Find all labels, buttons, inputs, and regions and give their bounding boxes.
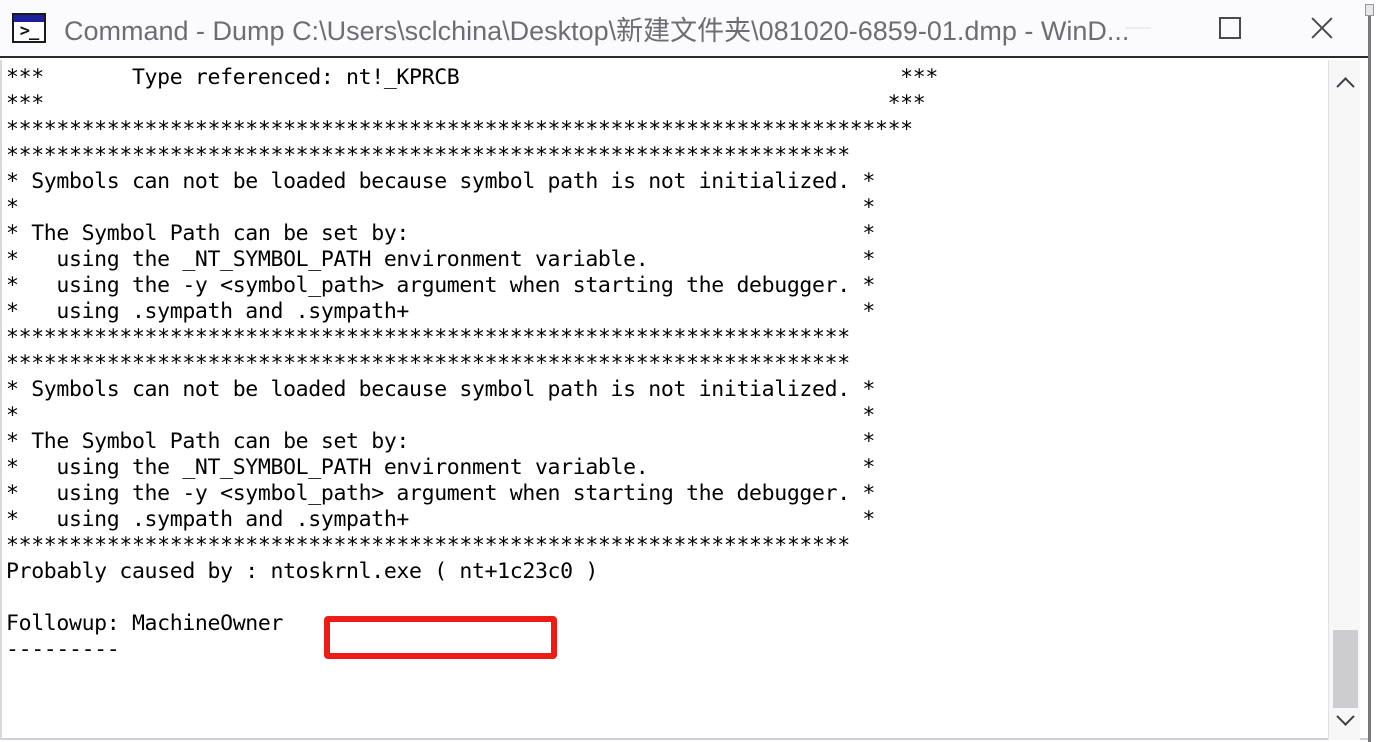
console-line: ****************************************…	[6, 533, 850, 558]
maximize-icon	[1219, 17, 1241, 39]
console-line: * using the -y <symbol_path> argument wh…	[6, 481, 875, 506]
console-line: * Symbols can not be loaded because symb…	[6, 377, 875, 402]
console-line: ****************************************…	[6, 143, 850, 168]
chevron-up-icon	[1335, 76, 1355, 96]
console-line: Followup: MachineOwner	[6, 611, 284, 636]
console-line: * The Symbol Path can be set by: *	[6, 429, 875, 454]
scroll-up-arrow-button[interactable]	[1329, 66, 1361, 100]
scroll-down-arrow-button[interactable]	[1329, 702, 1361, 736]
console-line: ****************************************…	[6, 325, 850, 350]
console-prompt-glyph: >_	[19, 21, 39, 41]
window-title: Command - Dump C:\Users\sclchina\Desktop…	[64, 15, 1130, 46]
close-button[interactable]	[1276, 0, 1368, 56]
close-icon	[1308, 14, 1336, 42]
console-line: ****************************************…	[6, 117, 913, 142]
console-output[interactable]: *** Type referenced: nt!_KPRCB *** *** **…	[2, 60, 1328, 736]
console-line: * using .sympath and .sympath+ *	[6, 507, 875, 532]
vertical-scrollbar[interactable]	[1328, 60, 1360, 740]
winddbg-window: >_ Command - Dump C:\Users\sclchina\Desk…	[0, 0, 1384, 742]
console-line: Probably caused by : ntoskrnl.exe ( nt+1…	[6, 559, 598, 584]
console-line: ****************************************…	[6, 351, 850, 376]
outer-window-border	[1368, 10, 1371, 742]
console-line: * The Symbol Path can be set by: *	[6, 221, 875, 246]
minimize-icon	[1125, 27, 1151, 29]
outer-scrollbar-cap[interactable]	[1365, 4, 1374, 16]
console-line: * using .sympath and .sympath+ *	[6, 299, 875, 324]
chevron-down-icon	[1335, 706, 1355, 726]
console-app-icon: >_	[12, 13, 46, 43]
console-line: * *	[6, 403, 875, 428]
console-line: * using the _NT_SYMBOL_PATH environment …	[6, 455, 875, 480]
console-line: * *	[6, 195, 875, 220]
scrollbar-thumb[interactable]	[1333, 630, 1358, 708]
console-line: * Symbols can not be loaded because symb…	[6, 169, 875, 194]
console-line: * using the _NT_SYMBOL_PATH environment …	[6, 247, 875, 272]
maximize-button[interactable]	[1184, 0, 1276, 56]
console-line: *** ***	[6, 91, 926, 116]
client-area: *** Type referenced: nt!_KPRCB *** *** **…	[0, 60, 1368, 740]
console-line: ---------	[6, 637, 120, 662]
title-bar[interactable]: >_ Command - Dump C:\Users\sclchina\Desk…	[0, 0, 1368, 58]
console-line: * using the -y <symbol_path> argument wh…	[6, 273, 875, 298]
minimize-button[interactable]	[1092, 0, 1184, 56]
console-line: *** Type referenced: nt!_KPRCB ***	[6, 65, 938, 90]
